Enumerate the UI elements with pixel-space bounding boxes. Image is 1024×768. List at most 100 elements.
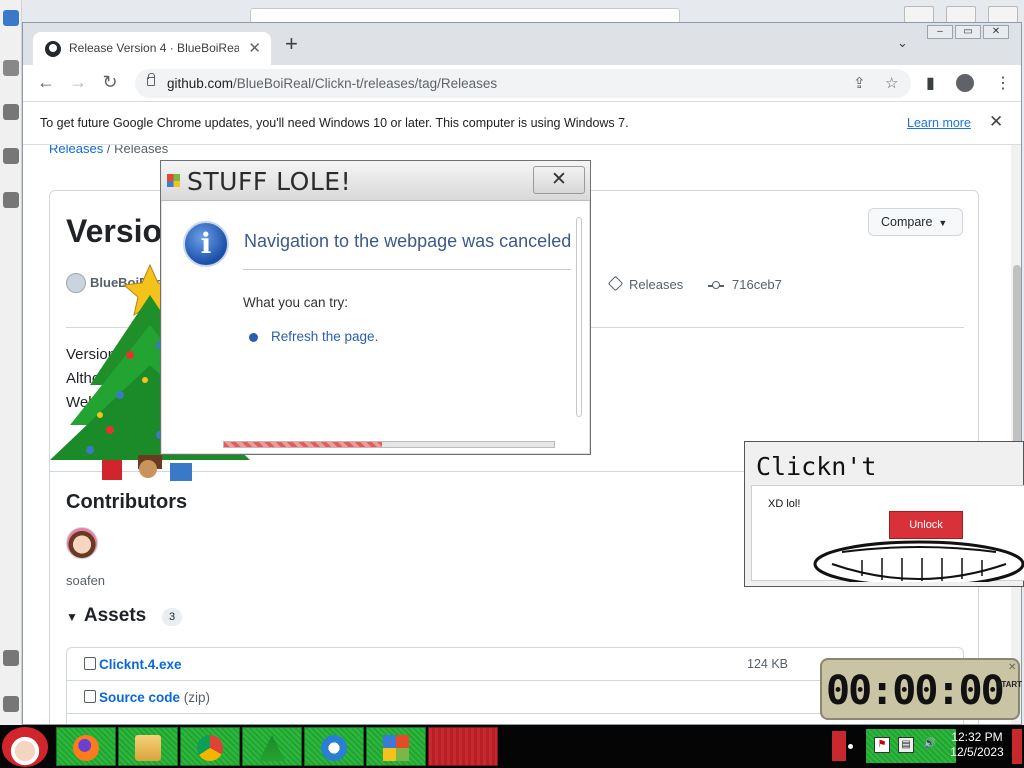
tab-release[interactable]: Release Version 4 · BlueBoiReal/C ✕ — [33, 32, 271, 65]
taskbar-thunderbird[interactable] — [304, 727, 364, 766]
desktop-app-icon[interactable] — [3, 10, 19, 26]
windows-flag-icon — [167, 174, 180, 187]
close-window-button[interactable]: ✕ — [983, 25, 1009, 39]
stuff-lole-window: STUFF LOLE! ✕ i Navigation to the webpag… — [160, 160, 591, 455]
tray-dot — [848, 744, 853, 749]
compare-button[interactable]: Compare ▼ — [868, 208, 963, 236]
file-zip-icon — [84, 690, 96, 703]
taskbar-chrome[interactable] — [180, 727, 240, 766]
scrollbar-thumb[interactable] — [1013, 265, 1021, 465]
taskbar-clicknt[interactable] — [366, 727, 426, 766]
desktop-app-icon[interactable] — [3, 192, 19, 208]
tab-strip: Release Version 4 · BlueBoiReal/C ✕ + ⌄ … — [23, 23, 1021, 65]
asset-link[interactable]: Clicknt.4.exe — [99, 657, 182, 672]
asset-size: 124 KB — [747, 657, 789, 671]
folder-icon — [135, 735, 161, 761]
action-center-flag-icon[interactable]: ⚑ — [874, 737, 890, 753]
taskbar-clock[interactable]: 12:32 PM 12/5/2023 — [946, 730, 1008, 760]
desktop-app-icon[interactable] — [3, 60, 19, 76]
forward-arrow-icon[interactable]: → — [67, 72, 89, 93]
timer-digits: 00:00:00 — [826, 668, 1005, 714]
url-text[interactable]: github.com/BlueBoiReal/Clickn-t/releases… — [167, 76, 497, 91]
release-commit[interactable]: 716ceb7 — [708, 277, 782, 292]
info-icon: i — [183, 221, 229, 267]
timer-close-icon[interactable]: ✕ — [1008, 662, 1016, 673]
desktop-icon-strip — [0, 0, 22, 725]
start-button-santa[interactable] — [2, 727, 48, 767]
desktop-app-icon[interactable] — [3, 148, 19, 164]
navigation-canceled-message: Navigation to the webpage was canceled — [244, 231, 572, 251]
package-icon — [84, 657, 96, 670]
bullet-icon — [249, 333, 258, 342]
lock-icon[interactable] — [147, 73, 155, 86]
contributor-name[interactable]: soafen — [66, 573, 105, 588]
back-arrow-icon[interactable]: ← — [35, 72, 57, 93]
volume-icon[interactable]: 🔊 — [922, 737, 938, 753]
timer-start-button[interactable]: START — [996, 680, 1022, 689]
tray-indicator — [832, 731, 846, 761]
tag-icon — [607, 275, 624, 292]
mail-icon — [321, 735, 347, 761]
taskbar-firefox[interactable] — [56, 727, 116, 766]
countdown-timer: 00:00:00 START ✕ — [820, 658, 1022, 720]
infobar-message: To get future Google Chrome updates, you… — [40, 116, 629, 130]
github-icon — [45, 41, 61, 57]
page-scrollbar[interactable] — [1011, 145, 1021, 724]
refresh-page-link[interactable]: Refresh the page. — [271, 329, 378, 344]
asset-link[interactable]: Source code (zip) — [99, 690, 210, 705]
release-tag[interactable]: Releases — [607, 275, 683, 292]
infobar-close-icon[interactable]: ✕ — [989, 112, 1003, 132]
update-infobar: To get future Google Chrome updates, you… — [23, 101, 1021, 145]
dialog-title: STUFF LOLE! — [187, 167, 352, 196]
dialog-scrollbar[interactable] — [576, 217, 582, 417]
dialog-titlebar[interactable]: STUFF LOLE! ✕ — [161, 161, 590, 201]
clock-date: 12/5/2023 — [950, 745, 1004, 759]
try-label: What you can try: — [243, 295, 349, 310]
tree-icon — [259, 735, 285, 761]
bookmark-star-icon[interactable]: ☆ — [885, 74, 898, 92]
troll-face-image — [813, 540, 1024, 582]
browser-toolbar: ← → ↻ github.com/BlueBoiReal/Clickn-t/re… — [23, 65, 1021, 101]
clicknt-text: XD lol! — [768, 498, 801, 510]
taskbar-tree-app[interactable] — [242, 727, 302, 766]
breadcrumb-separator: / — [106, 145, 111, 156]
breadcrumb-current: Releases — [114, 145, 169, 156]
taskbar-active-window[interactable] — [428, 727, 498, 766]
clicknt-panel: XD lol! Unlock — [751, 485, 1024, 582]
clicknt-title: Clickn't — [756, 452, 877, 481]
taskbar-explorer[interactable] — [118, 727, 178, 766]
address-bar[interactable]: github.com/BlueBoiReal/Clickn-t/releases… — [135, 69, 911, 98]
divider — [243, 269, 571, 270]
minimize-button[interactable]: – — [927, 25, 953, 39]
commit-icon — [708, 280, 724, 289]
contributor-avatar[interactable] — [66, 527, 98, 559]
caret-down-icon: ▼ — [938, 218, 948, 228]
profile-avatar-icon[interactable] — [956, 74, 974, 92]
assets-toggle[interactable]: ▼ Assets — [66, 605, 146, 627]
desktop-app-icon[interactable] — [3, 696, 19, 712]
assets-count-badge: 3 — [162, 608, 182, 626]
breadcrumb-releases-link[interactable]: Releases — [49, 145, 103, 156]
menu-kebab-icon[interactable]: ⋮ — [995, 73, 1011, 93]
dialog-progress-bar — [223, 441, 555, 448]
show-desktop-button[interactable] — [1012, 729, 1022, 764]
breadcrumb: Releases / Releases — [49, 145, 168, 156]
dialog-close-button[interactable]: ✕ — [533, 166, 585, 194]
learn-more-link[interactable]: Learn more — [907, 116, 971, 130]
network-icon[interactable]: ▤ — [898, 737, 914, 753]
desktop-app-icon[interactable] — [3, 650, 19, 666]
tab-search-chevron-icon[interactable]: ⌄ — [897, 35, 908, 51]
firefox-icon — [73, 735, 99, 761]
triangle-down-icon: ▼ — [66, 610, 78, 624]
desktop-app-icon[interactable] — [3, 104, 19, 120]
new-tab-button[interactable]: + — [285, 33, 298, 55]
chrome-icon — [197, 735, 223, 761]
clock-time: 12:32 PM — [951, 730, 1003, 744]
tab-close-icon[interactable]: ✕ — [248, 39, 261, 57]
side-panel-icon[interactable]: ▮ — [926, 73, 935, 93]
share-icon[interactable]: ⇪ — [853, 74, 866, 92]
taskbar: ⚑ ▤ 🔊 12:32 PM 12/5/2023 — [0, 725, 1024, 768]
clicknt-window: Clickn't XD lol! Unlock — [744, 441, 1024, 587]
maximize-button[interactable]: ▭ — [955, 25, 981, 39]
reload-icon[interactable]: ↻ — [99, 72, 121, 93]
